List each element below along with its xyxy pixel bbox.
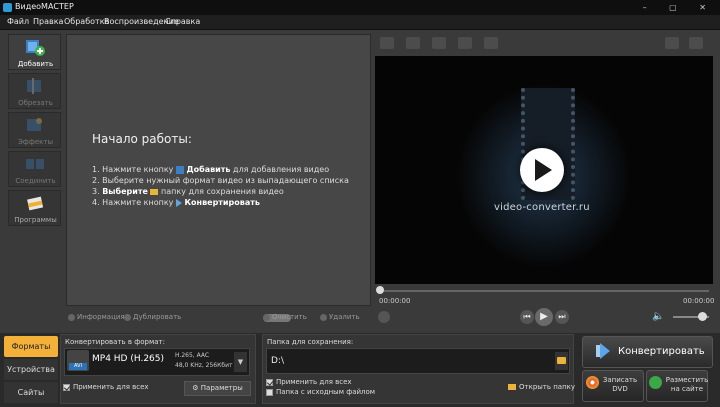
step-1: 1. Нажмите кнопку Добавить для добавлени…	[92, 165, 330, 174]
sidebar-item-programs[interactable]: Программы	[8, 190, 61, 226]
format-name: MP4 HD (H.265)	[92, 354, 165, 364]
sidebar-item-label: Обрезать	[18, 99, 53, 107]
source-folder-checkbox[interactable]	[266, 389, 273, 396]
tab-formats[interactable]: Форматы	[4, 336, 58, 357]
camera-icon[interactable]	[458, 37, 472, 49]
sidebar-item-label: Соединить	[15, 177, 56, 185]
upload-icon	[649, 376, 662, 389]
tab-devices[interactable]: Устройства	[4, 359, 58, 380]
format-film-icon: AVI	[67, 350, 89, 371]
step-2: 2. Выберите нужный формат видео из выпад…	[92, 176, 349, 185]
sidebar-item-effects[interactable]: Эффекты	[8, 112, 61, 148]
prev-icon: ⏮	[523, 312, 531, 321]
clear-icon	[263, 313, 270, 321]
gif-icon[interactable]	[665, 37, 679, 49]
add-video-icon	[175, 165, 184, 174]
snapshot-icon[interactable]	[406, 37, 420, 49]
save-apply-all-checkbox[interactable]	[266, 379, 273, 386]
burn-dvd-label-2: DVD	[612, 385, 628, 393]
add-video-icon	[26, 40, 45, 56]
brightness-icon[interactable]	[432, 37, 446, 49]
folder-icon	[150, 188, 159, 195]
parameters-button[interactable]: ⚙ Параметры	[184, 381, 251, 396]
clear-button[interactable]: Очистить	[263, 313, 307, 321]
sidebar-item-add[interactable]: Добавить	[8, 34, 61, 70]
open-folder-button[interactable]: Открыть папку	[508, 383, 575, 391]
format-dropdown-arrow[interactable]: ▼	[234, 352, 247, 372]
effects-icon	[27, 118, 42, 131]
sidebar: Добавить Обрезать Эффекты Соединить Прог…	[8, 34, 61, 230]
dvd-icon	[586, 376, 599, 389]
programs-icon	[27, 196, 44, 211]
delete-button[interactable]: Удалить	[320, 313, 360, 321]
delete-icon	[320, 313, 327, 321]
window-controls[interactable]: – ▢ ✕	[643, 3, 716, 12]
menu-help[interactable]: Справка	[165, 17, 200, 26]
menu-bar: Файл Правка Обработка Воспроизведение Сп…	[0, 15, 720, 30]
next-button[interactable]: ⏭	[555, 310, 569, 324]
play-triangle-icon	[535, 159, 552, 181]
window-title: ВидеоМАСТЕР	[15, 2, 74, 11]
join-icon	[26, 159, 44, 169]
time-current: 00:00:00	[379, 297, 411, 305]
source-folder-label: Папка с исходным файлом	[276, 388, 376, 396]
convert-icon	[596, 343, 610, 359]
save-path-value: D:\	[271, 356, 284, 366]
title-bar: ВидеоМАСТЕР – ▢ ✕	[0, 0, 720, 15]
sidebar-item-label: Программы	[14, 216, 57, 224]
step-3: 3. Выберите папку для сохранения видео	[92, 187, 284, 196]
prev-button[interactable]: ⏮	[520, 310, 534, 324]
next-icon: ⏭	[558, 312, 566, 321]
getting-started-title: Начало работы:	[92, 132, 192, 146]
burn-dvd-label-1: Записать	[602, 376, 638, 384]
sidebar-item-join[interactable]: Соединить	[8, 151, 61, 187]
publish-site-label-1: Разместить	[665, 376, 709, 384]
duplicate-button[interactable]: Дублировать	[124, 313, 181, 321]
browse-folder-button[interactable]	[555, 352, 568, 370]
format-spec-audio: 48,0 KHz, 256Кбит	[175, 362, 233, 369]
format-label: Конвертировать в формат:	[65, 338, 165, 346]
sidebar-item-label: Добавить	[17, 60, 54, 68]
publish-site-label-2: на сайте	[670, 385, 704, 393]
info-button[interactable]: Информация	[68, 313, 125, 321]
volume-icon[interactable]: 🔈	[652, 311, 664, 322]
info-icon	[68, 313, 75, 321]
folder-icon	[508, 384, 516, 390]
duplicate-icon	[124, 313, 131, 321]
volume-handle[interactable]	[697, 312, 707, 321]
sidebar-item-label: Эффекты	[18, 138, 53, 146]
crop-icon[interactable]	[380, 37, 394, 49]
play-button[interactable]: ▶	[535, 308, 553, 326]
folder-icon	[557, 357, 566, 364]
tab-sites[interactable]: Сайты	[4, 382, 58, 403]
menu-edit[interactable]: Правка	[33, 17, 63, 26]
format-spec-codec: H.265, AAC	[175, 352, 210, 359]
sidebar-item-trim[interactable]: Обрезать	[8, 73, 61, 109]
step-4: 4. Нажмите кнопку Конвертировать	[92, 198, 260, 207]
save-path-field[interactable]	[266, 348, 570, 374]
play-icon: ▶	[540, 311, 548, 322]
app-icon	[3, 3, 12, 12]
seek-handle[interactable]	[376, 286, 384, 294]
convert-label: Конвертировать	[618, 346, 705, 357]
format-apply-all-label: Применить для всех	[73, 383, 149, 391]
speed-icon[interactable]	[484, 37, 498, 49]
fullscreen-icon[interactable]	[689, 37, 703, 49]
list-toolbar: Информация Дублировать Очистить Удалить	[66, 309, 371, 327]
format-apply-all-checkbox[interactable]	[63, 384, 70, 391]
preview-watermark: video-converter.ru	[494, 202, 590, 213]
time-total: 00:00:00	[683, 297, 715, 305]
save-folder-label: Папка для сохранения:	[267, 338, 354, 346]
menu-file[interactable]: Файл	[7, 17, 29, 26]
seek-bar[interactable]	[379, 290, 709, 292]
convert-icon	[175, 198, 182, 207]
trim-icon	[27, 78, 41, 94]
menu-process[interactable]: Обработка	[64, 17, 109, 26]
snapshot-button[interactable]	[378, 311, 390, 323]
gear-icon: ⚙	[192, 384, 201, 392]
save-apply-all-label: Применить для всех	[276, 378, 352, 386]
